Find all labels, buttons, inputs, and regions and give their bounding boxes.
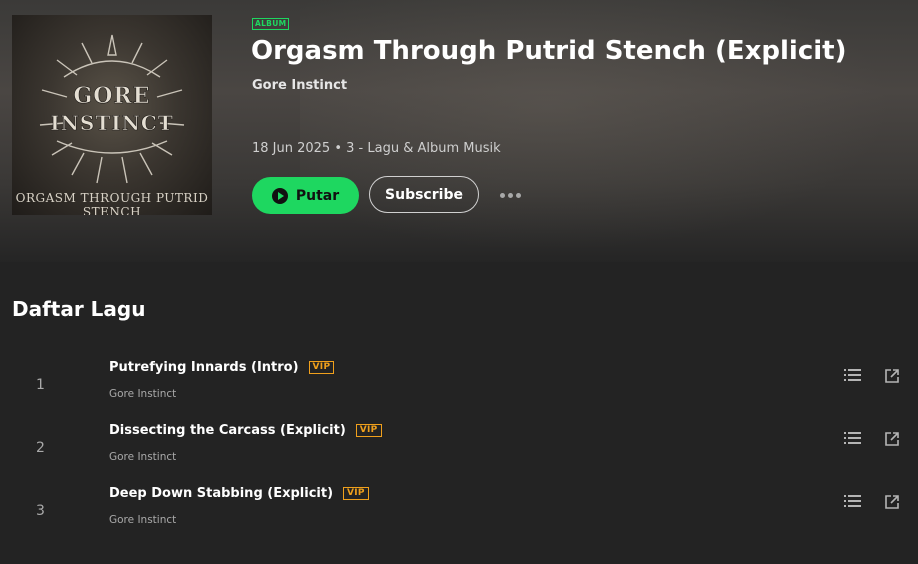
- add-to-queue-icon[interactable]: [844, 431, 862, 447]
- open-external-icon[interactable]: [884, 368, 900, 384]
- vip-badge: VIP: [355, 424, 382, 437]
- album-meta: 18 Jun 2025 • 3 - Lagu & Album Musik: [252, 141, 501, 156]
- track-title: Deep Down Stabbing (Explicit): [109, 486, 334, 501]
- vip-badge: VIP: [343, 487, 369, 500]
- open-external-icon[interactable]: [884, 431, 900, 447]
- more-options-icon[interactable]: [500, 190, 522, 200]
- track-artist[interactable]: Gore Instinct: [109, 388, 176, 400]
- track-number: 2: [36, 440, 45, 456]
- cover-caption: ORGASM THROUGH PUTRID STENCH: [15, 191, 209, 215]
- album-title: Orgasm Through Putrid Stench (Explicit): [251, 36, 847, 66]
- vip-badge: VIP: [308, 361, 335, 374]
- track-title: Dissecting the Carcass (Explicit): [109, 423, 346, 438]
- track-number: 1: [36, 377, 45, 393]
- tracklist-heading: Daftar Lagu: [12, 297, 146, 321]
- svg-text:GORE: GORE: [73, 83, 150, 109]
- track-row[interactable]: 1 Putrefying Innards (Intro) VIP Gore In…: [0, 358, 918, 414]
- track-row[interactable]: 2 Dissecting the Carcass (Explicit) VIP …: [0, 421, 918, 477]
- album-badge: ALBUM: [252, 18, 290, 30]
- album-artist-link[interactable]: Gore Instinct: [252, 78, 347, 93]
- play-label: Putar: [295, 187, 340, 204]
- track-title-link[interactable]: Dissecting the Carcass (Explicit) VIP: [109, 423, 382, 438]
- track-title: Putrefying Innards (Intro): [109, 360, 299, 375]
- play-icon: [271, 187, 288, 204]
- open-external-icon[interactable]: [884, 494, 900, 510]
- svg-text:INSTINCT: INSTINCT: [50, 111, 173, 135]
- add-to-queue-icon[interactable]: [844, 494, 862, 510]
- track-artist[interactable]: Gore Instinct: [109, 514, 176, 526]
- track-number: 3: [36, 503, 45, 519]
- subscribe-button[interactable]: Subscribe: [369, 176, 479, 213]
- track-row[interactable]: 3 Deep Down Stabbing (Explicit) VIP Gore…: [0, 484, 918, 540]
- track-title-link[interactable]: Deep Down Stabbing (Explicit) VIP: [109, 486, 369, 501]
- add-to-queue-icon[interactable]: [844, 368, 862, 384]
- band-logo-art: GORE INSTINCT: [39, 34, 185, 184]
- track-title-link[interactable]: Putrefying Innards (Intro) VIP: [109, 360, 335, 375]
- album-cover[interactable]: GORE INSTINCT ORGASM THROUGH PUTRID STEN…: [12, 15, 212, 215]
- play-button[interactable]: Putar: [252, 177, 359, 214]
- track-artist[interactable]: Gore Instinct: [109, 451, 176, 463]
